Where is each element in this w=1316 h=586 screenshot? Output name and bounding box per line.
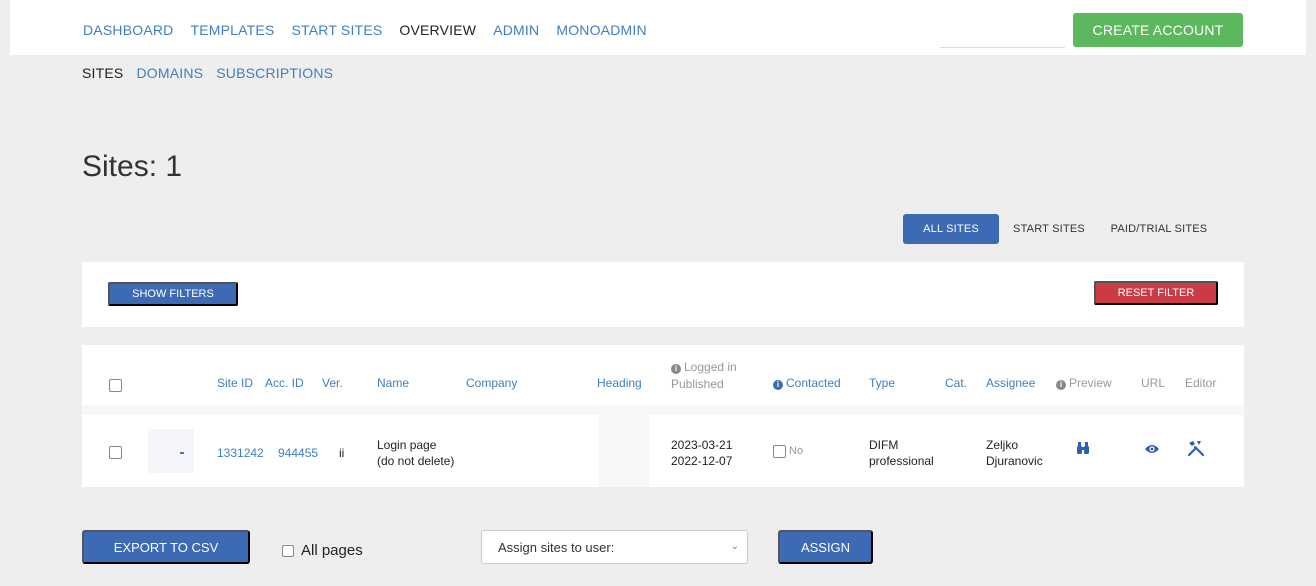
cell-type-line2: professional: [869, 454, 934, 468]
chevron-down-icon: ⌄: [730, 541, 739, 552]
header-contacted-label: Contacted: [786, 376, 841, 390]
contacted-label: No: [789, 445, 804, 457]
assign-user-select[interactable]: Assign sites to user: ⌄: [481, 530, 748, 564]
all-pages-option[interactable]: All pages: [282, 542, 363, 559]
cell-assignee: Zeljko Djuranovic: [986, 437, 1043, 469]
header-editor: Editor: [1185, 376, 1217, 390]
cell-ver: ii: [339, 446, 345, 460]
header-name[interactable]: Name: [377, 376, 409, 390]
divider: [940, 47, 1065, 48]
header-ver[interactable]: Ver.: [322, 376, 343, 390]
header-site-id[interactable]: Site ID: [217, 376, 253, 390]
header-acc-id[interactable]: Acc. ID: [265, 376, 304, 390]
cell-heading-bg: [599, 415, 649, 487]
cell-published: 2022-12-07: [671, 454, 733, 468]
cell-name-line2: (do not delete): [377, 454, 455, 468]
segment-paid-trial-sites[interactable]: PAID/TRIAL SITES: [1099, 214, 1219, 244]
all-pages-checkbox[interactable]: [282, 544, 294, 557]
select-all-checkbox[interactable]: [109, 379, 122, 392]
tools-icon[interactable]: [1187, 439, 1205, 461]
header-company[interactable]: Company: [466, 376, 517, 390]
header-contacted[interactable]: i Contacted: [773, 376, 841, 390]
nav-overview[interactable]: OVERVIEW: [399, 22, 476, 38]
nav-admin[interactable]: ADMIN: [493, 22, 539, 38]
assign-user-placeholder: Assign sites to user:: [498, 539, 615, 555]
cell-acc-id[interactable]: 944455: [278, 445, 318, 461]
header-heading[interactable]: Heading: [597, 376, 642, 390]
eye-icon[interactable]: [1144, 443, 1160, 459]
nav-dashboard[interactable]: DASHBOARD: [83, 22, 173, 38]
subnav-sites[interactable]: SITES: [82, 65, 123, 81]
cell-name-line1: Login page: [377, 438, 437, 452]
thumbnail-mark: [180, 452, 184, 454]
show-filters-button[interactable]: SHOW FILTERS: [108, 282, 238, 306]
assign-button[interactable]: ASSIGN: [778, 530, 873, 564]
cell-assignee-line2: Djuranovic: [986, 454, 1043, 468]
cell-type-line1: DIFM: [869, 438, 899, 452]
info-icon: i: [671, 364, 681, 374]
cell-type: DIFM professional: [869, 437, 934, 469]
table-row: 1331242 944455 ii Login page (do not del…: [82, 415, 1244, 487]
header-preview: i Preview: [1056, 376, 1112, 390]
header-logged-in: Logged in: [684, 360, 737, 374]
create-account-button[interactable]: CREATE ACCOUNT: [1073, 13, 1243, 47]
sub-nav: SITES DOMAINS SUBSCRIPTIONS: [82, 65, 333, 81]
cell-name: Login page (do not delete): [377, 437, 454, 469]
reset-filter-button[interactable]: RESET FILTER: [1094, 281, 1218, 305]
export-csv-button[interactable]: EXPORT TO CSV: [82, 530, 250, 564]
subnav-subscriptions[interactable]: SUBSCRIPTIONS: [216, 65, 333, 81]
segment-start-sites[interactable]: START SITES: [999, 214, 1099, 244]
cell-logged-in: 2023-03-21: [671, 438, 733, 452]
top-bar: DASHBOARD TEMPLATES START SITES OVERVIEW…: [10, 0, 1306, 55]
cell-assignee-line1: Zeljko: [986, 438, 1019, 452]
cell-site-id[interactable]: 1331242: [217, 445, 264, 461]
sites-table: Site ID Acc. ID Ver. Name Company Headin…: [82, 345, 1244, 487]
all-pages-label: All pages: [301, 542, 363, 559]
header-assignee[interactable]: Assignee: [986, 376, 1035, 390]
header-preview-label: Preview: [1069, 376, 1112, 390]
header-url: URL: [1141, 376, 1166, 390]
binoculars-icon[interactable]: [1076, 441, 1090, 459]
info-icon: i: [1056, 380, 1066, 390]
site-thumbnail[interactable]: [148, 429, 194, 473]
header-cat[interactable]: Cat.: [945, 376, 967, 390]
nav-monoadmin[interactable]: MONOADMIN: [556, 22, 646, 38]
contacted-checkbox[interactable]: [773, 444, 786, 458]
segment-all-sites[interactable]: ALL SITES: [903, 214, 999, 244]
header-published: Published: [671, 377, 724, 391]
site-type-toggle: ALL SITES START SITES PAID/TRIAL SITES: [903, 214, 1219, 244]
table-header: Site ID Acc. ID Ver. Name Company Headin…: [82, 345, 1244, 405]
subnav-domains[interactable]: DOMAINS: [136, 65, 203, 81]
filter-panel: SHOW FILTERS RESET FILTER: [82, 262, 1244, 327]
nav-start-sites[interactable]: START SITES: [292, 22, 383, 38]
row-checkbox[interactable]: [109, 446, 122, 459]
page-title: Sites: 1: [82, 150, 183, 183]
cell-dates: 2023-03-21 2022-12-07: [671, 437, 732, 469]
top-nav: DASHBOARD TEMPLATES START SITES OVERVIEW…: [83, 22, 647, 38]
info-icon: i: [773, 380, 783, 390]
header-type[interactable]: Type: [869, 376, 895, 390]
nav-templates[interactable]: TEMPLATES: [190, 22, 274, 38]
header-logged-published[interactable]: i Logged in Published: [671, 359, 737, 393]
cell-contacted[interactable]: No: [773, 443, 803, 459]
